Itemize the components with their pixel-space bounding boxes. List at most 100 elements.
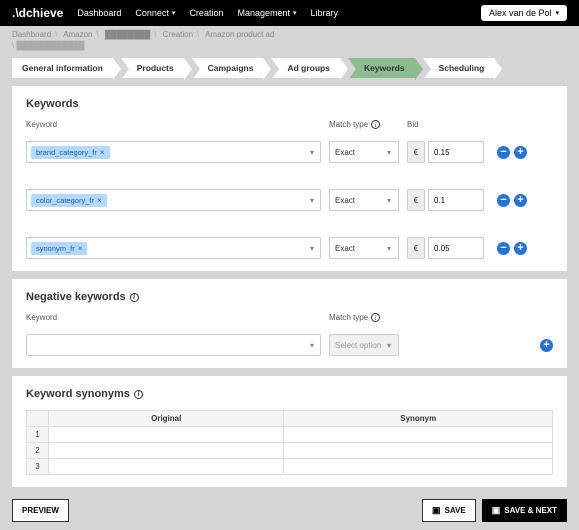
bid-field: € bbox=[407, 141, 489, 163]
add-row-button[interactable]: + bbox=[514, 146, 527, 159]
bid-field: € bbox=[407, 189, 489, 211]
synonyms-table: Original Synonym 1 2 3 bbox=[26, 410, 553, 475]
nav-label: Library bbox=[311, 8, 339, 18]
nav-label: Dashboard bbox=[77, 8, 121, 18]
nav-label: Connect bbox=[135, 8, 169, 18]
table-row[interactable]: 3 bbox=[27, 459, 553, 475]
remove-row-button[interactable]: − bbox=[497, 242, 510, 255]
chevron-down-icon[interactable]: ▾ bbox=[310, 196, 316, 205]
match-type-select[interactable]: Select option▾ bbox=[329, 334, 399, 356]
column-header-match-type: Match typei bbox=[329, 313, 399, 322]
column-header-match-type: Match typei bbox=[329, 120, 399, 129]
remove-tag-icon[interactable]: × bbox=[97, 196, 102, 205]
step-scheduling[interactable]: Scheduling bbox=[423, 58, 495, 78]
breadcrumb-sub: \ ████████████ bbox=[0, 41, 579, 56]
panel-title: Keyword synonymsi bbox=[26, 388, 553, 400]
save-button[interactable]: ▣SAVE bbox=[422, 499, 476, 522]
chevron-down-icon[interactable]: ▾ bbox=[310, 244, 316, 253]
save-next-button[interactable]: ▣SAVE & NEXT bbox=[482, 499, 567, 522]
breadcrumb-item[interactable]: ████████ bbox=[105, 30, 150, 39]
info-icon[interactable]: i bbox=[134, 390, 143, 399]
cell-synonym[interactable] bbox=[284, 459, 553, 475]
nav-connect[interactable]: Connect▾ bbox=[135, 8, 175, 18]
wizard-steps: General information Products Campaigns A… bbox=[0, 56, 579, 86]
step-campaigns[interactable]: Campaigns bbox=[192, 58, 264, 78]
footer-actions: PREVIEW ▣SAVE ▣SAVE & NEXT bbox=[0, 495, 579, 530]
keyword-input[interactable]: synonym_fr× ▾ bbox=[26, 237, 321, 259]
bid-input[interactable] bbox=[428, 189, 484, 211]
step-keywords[interactable]: Keywords bbox=[348, 58, 415, 78]
nav-library[interactable]: Library bbox=[311, 8, 339, 18]
chevron-down-icon: ▾ bbox=[387, 196, 393, 205]
table-row[interactable]: 2 bbox=[27, 443, 553, 459]
match-type-select[interactable]: Exact▾ bbox=[329, 189, 399, 211]
table-row[interactable]: 1 bbox=[27, 427, 553, 443]
breadcrumb-item[interactable]: Creation bbox=[163, 30, 193, 39]
nav-dashboard[interactable]: Dashboard bbox=[77, 8, 121, 18]
nav-label: Management bbox=[237, 8, 290, 18]
add-row-button[interactable]: + bbox=[514, 194, 527, 207]
chevron-down-icon[interactable]: ▾ bbox=[310, 341, 316, 350]
save-icon: ▣ bbox=[492, 505, 501, 516]
chevron-down-icon: ▾ bbox=[172, 9, 176, 17]
step-general-information[interactable]: General information bbox=[12, 58, 113, 78]
bid-input[interactable] bbox=[428, 141, 484, 163]
bid-field: € bbox=[407, 237, 489, 259]
info-icon[interactable]: i bbox=[371, 120, 380, 129]
user-menu-button[interactable]: Alex van de Pol ▾ bbox=[481, 5, 567, 21]
chevron-down-icon: ▾ bbox=[387, 148, 393, 157]
keyword-synonyms-panel: Keyword synonymsi Original Synonym 1 2 3 bbox=[12, 376, 567, 487]
keyword-input[interactable]: brand_category_fr× ▾ bbox=[26, 141, 321, 163]
remove-tag-icon[interactable]: × bbox=[78, 244, 83, 253]
bid-input[interactable] bbox=[428, 237, 484, 259]
nav-label: Creation bbox=[189, 8, 223, 18]
add-row-button[interactable]: + bbox=[514, 242, 527, 255]
topbar-left: .\dchieve Dashboard Connect▾ Creation Ma… bbox=[12, 6, 338, 20]
column-header-original: Original bbox=[49, 411, 284, 427]
nav-creation[interactable]: Creation bbox=[189, 8, 223, 18]
match-type-select[interactable]: Exact▾ bbox=[329, 237, 399, 259]
user-name: Alex van de Pol bbox=[489, 8, 552, 18]
preview-button[interactable]: PREVIEW bbox=[12, 499, 69, 522]
info-icon[interactable]: i bbox=[371, 313, 380, 322]
chevron-down-icon: ▾ bbox=[387, 341, 393, 350]
row-index: 3 bbox=[27, 459, 49, 475]
cell-original[interactable] bbox=[49, 427, 284, 443]
currency-label: € bbox=[407, 189, 425, 211]
cell-original[interactable] bbox=[49, 443, 284, 459]
column-header-synonym: Synonym bbox=[284, 411, 553, 427]
chevron-down-icon[interactable]: ▾ bbox=[310, 148, 316, 157]
info-icon[interactable]: i bbox=[130, 293, 139, 302]
breadcrumb: Dashboard\ Amazon\ ████████\ Creation\ A… bbox=[0, 26, 579, 41]
breadcrumb-item[interactable]: Amazon product ad bbox=[205, 30, 274, 39]
keyword-input[interactable]: color_category_fr× ▾ bbox=[26, 189, 321, 211]
keywords-panel: Keywords Keyword Match typei Bid brand_c… bbox=[12, 86, 567, 271]
save-icon: ▣ bbox=[432, 505, 441, 516]
nav-management[interactable]: Management▾ bbox=[237, 8, 296, 18]
currency-label: € bbox=[407, 141, 425, 163]
remove-tag-icon[interactable]: × bbox=[100, 148, 105, 157]
step-ad-groups[interactable]: Ad groups bbox=[271, 58, 340, 78]
remove-row-button[interactable]: − bbox=[497, 146, 510, 159]
breadcrumb-item[interactable]: Dashboard bbox=[12, 30, 51, 39]
panel-title: Keywords bbox=[26, 98, 553, 110]
keyword-tag: synonym_fr× bbox=[31, 242, 87, 255]
match-type-select[interactable]: Exact▾ bbox=[329, 141, 399, 163]
keyword-tag: brand_category_fr× bbox=[31, 146, 110, 159]
cell-synonym[interactable] bbox=[284, 427, 553, 443]
keyword-input[interactable]: ▾ bbox=[26, 334, 321, 356]
column-header-keyword: Keyword bbox=[26, 313, 321, 322]
remove-row-button[interactable]: − bbox=[497, 194, 510, 207]
logo: .\dchieve bbox=[12, 6, 63, 20]
chevron-down-icon: ▾ bbox=[293, 9, 297, 17]
keyword-tag: color_category_fr× bbox=[31, 194, 107, 207]
cell-synonym[interactable] bbox=[284, 443, 553, 459]
add-row-button[interactable]: + bbox=[540, 339, 553, 352]
breadcrumb-item[interactable]: Amazon bbox=[63, 30, 92, 39]
row-index: 1 bbox=[27, 427, 49, 443]
currency-label: € bbox=[407, 237, 425, 259]
negative-keywords-panel: Negative keywordsi Keyword Match typei ▾… bbox=[12, 279, 567, 368]
step-products[interactable]: Products bbox=[121, 58, 184, 78]
chevron-down-icon: ▾ bbox=[555, 9, 559, 17]
cell-original[interactable] bbox=[49, 459, 284, 475]
